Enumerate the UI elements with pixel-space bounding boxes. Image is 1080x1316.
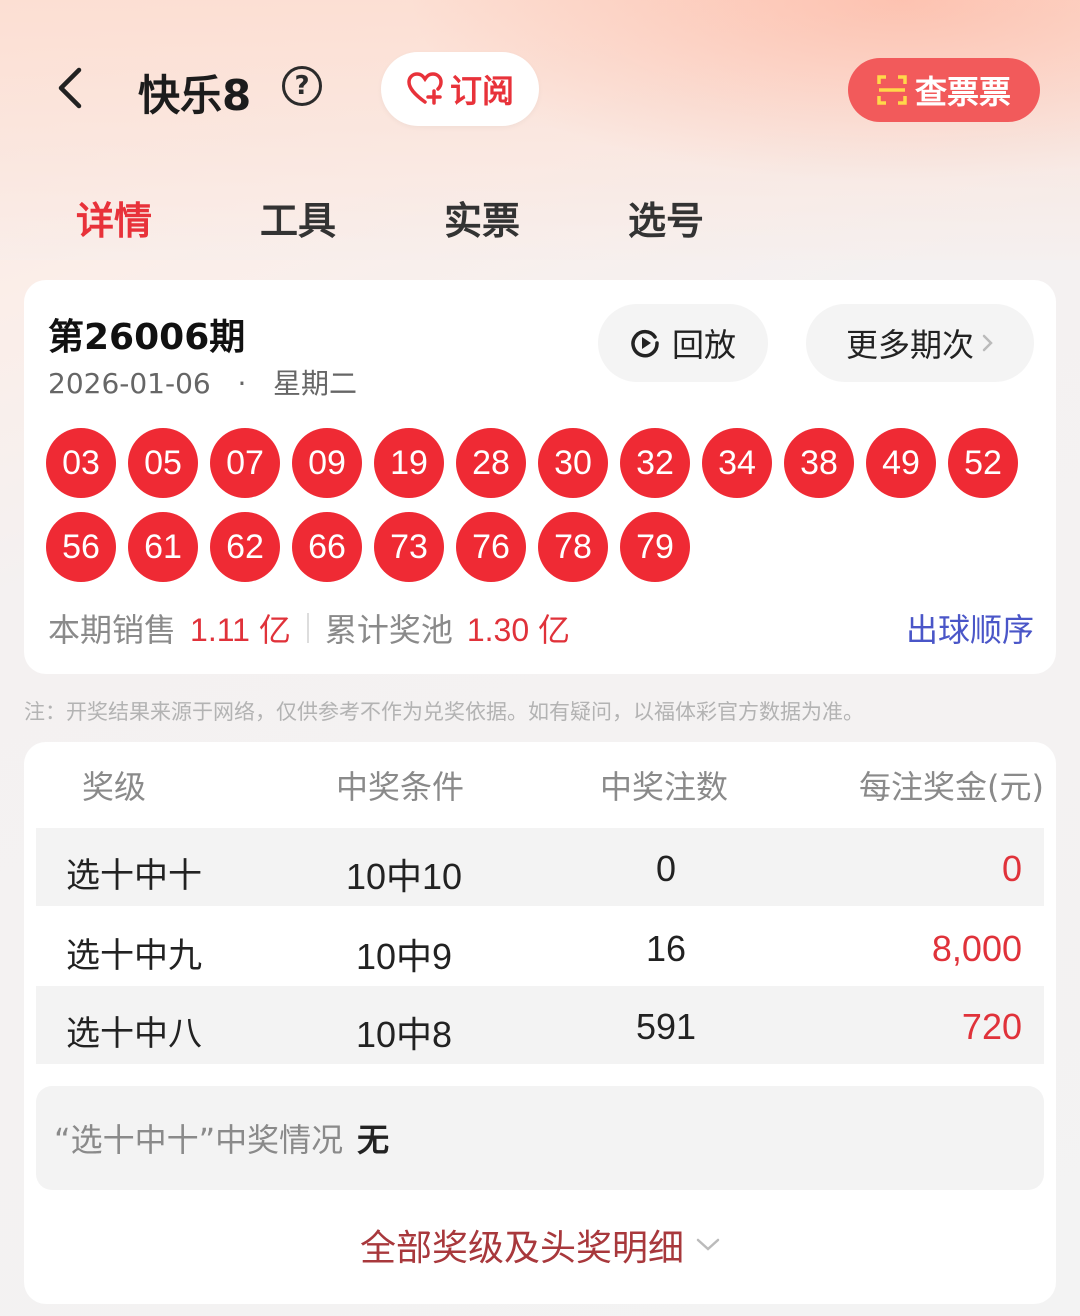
chevron-down-icon: [696, 1238, 720, 1251]
number-ball: 07: [210, 428, 280, 498]
number-ball: 28: [456, 428, 526, 498]
divider: [306, 613, 309, 643]
tab-pick-numbers[interactable]: 选号: [628, 190, 704, 245]
number-ball: 38: [784, 428, 854, 498]
number-ball: 19: [374, 428, 444, 498]
date-separator: ·: [237, 367, 247, 400]
subscribe-button[interactable]: 订阅: [381, 52, 539, 126]
all-levels-label: 全部奖级及头奖明细: [359, 1228, 684, 1269]
number-ball: 52: [948, 428, 1018, 498]
replay-icon: [631, 329, 659, 358]
pool-value: 1.30 亿: [466, 612, 571, 648]
scan-icon: [877, 75, 907, 105]
number-ball: 03: [46, 428, 116, 498]
header-prize: 每注奖金(元): [859, 768, 1044, 806]
header-count: 中奖注数: [600, 768, 729, 806]
all-levels-toggle[interactable]: 全部奖级及头奖明细: [24, 1220, 1056, 1270]
number-ball: 66: [292, 512, 362, 582]
draw-result-card: 第26006期 2026-01-06 · 星期二 回放 更多期次 03 05 07 0…: [24, 280, 1056, 674]
condition-cell: 10中9: [355, 936, 453, 977]
sales-label: 本期销售: [48, 611, 177, 649]
sales-row: 本期销售 1.11 亿 累计奖池 1.30 亿 出球顺序: [48, 606, 1034, 650]
summary-value: 无: [357, 1121, 390, 1159]
table-row: 选十中十 10中10 0 0: [36, 828, 1044, 906]
draw-date: 2026-01-06: [48, 367, 211, 400]
issue-number: 第26006期: [48, 317, 246, 358]
tab-details[interactable]: 详情: [76, 190, 152, 245]
help-icon[interactable]: ?: [282, 66, 322, 106]
number-ball: 34: [702, 428, 772, 498]
replay-button[interactable]: 回放: [598, 304, 768, 382]
number-ball: 76: [456, 512, 526, 582]
number-ball: 32: [620, 428, 690, 498]
jackpot-summary: “选十中十”中奖情况 无: [36, 1086, 1044, 1190]
subscribe-label: 订阅: [449, 72, 514, 110]
count-cell: 16: [645, 928, 687, 969]
number-ball: 49: [866, 428, 936, 498]
level-cell: 选十中九: [66, 936, 202, 976]
more-issues-label: 更多期次: [845, 326, 974, 364]
chevron-left-icon: [58, 67, 82, 109]
number-ball: 56: [46, 512, 116, 582]
number-ball: 05: [128, 428, 198, 498]
sales-value: 1.11 亿: [190, 612, 291, 648]
tab-bar: 详情 工具 实票 选号: [0, 190, 1080, 246]
chevron-right-icon: [982, 334, 993, 352]
condition-cell: 10中10: [345, 856, 463, 897]
table-row: 选十中九 10中9 16 8,000: [36, 908, 1044, 986]
number-ball: 62: [210, 512, 280, 582]
table-row: 选十中八 10中8 591 720: [36, 986, 1044, 1064]
number-ball: 79: [620, 512, 690, 582]
replay-label: 回放: [671, 326, 736, 364]
disclaimer-note: 注：开奖结果来源于网络，仅供参考不作为兑奖依据。如有疑问，以福体彩官方数据为准。: [24, 700, 864, 724]
level-cell: 选十中十: [66, 856, 202, 896]
count-cell: 591: [635, 1006, 697, 1047]
ball-order-link[interactable]: 出球顺序: [906, 605, 1034, 651]
tab-tools[interactable]: 工具: [260, 190, 336, 245]
header-level: 奖级: [82, 768, 147, 806]
number-ball: 09: [292, 428, 362, 498]
check-ticket-label: 查票票: [914, 73, 1011, 111]
pool-label: 累计奖池: [324, 611, 453, 649]
prize-table-card: 奖级 中奖条件 中奖注数 每注奖金(元) 选十中十 10中10 0 0 选十中九…: [24, 742, 1056, 1304]
prize-cell: 0: [1001, 848, 1022, 889]
draw-date-line: 2026-01-06 · 星期二: [48, 362, 357, 402]
page-title: 快乐8: [138, 71, 252, 120]
back-button[interactable]: [48, 66, 92, 110]
table-header: 奖级 中奖条件 中奖注数 每注奖金(元): [36, 762, 1044, 826]
summary-label: “选十中十”中奖情况: [54, 1121, 344, 1159]
header-condition: 中奖条件: [336, 768, 465, 806]
prize-cell: 720: [961, 1006, 1022, 1047]
prize-cell: 8,000: [931, 928, 1022, 969]
winning-numbers: 03 05 07 09 19 28 30 32 34 38 49 52 56 61 62 66 73 76 78 79: [46, 428, 1036, 582]
number-ball: 30: [538, 428, 608, 498]
more-issues-button[interactable]: 更多期次: [806, 304, 1034, 382]
number-ball: 73: [374, 512, 444, 582]
count-cell: 0: [655, 848, 677, 889]
number-ball: 78: [538, 512, 608, 582]
heart-plus-icon: [407, 72, 443, 105]
tab-real-tickets[interactable]: 实票: [444, 190, 520, 245]
check-ticket-button[interactable]: 查票票: [848, 58, 1040, 122]
condition-cell: 10中8: [355, 1014, 453, 1055]
number-ball: 61: [128, 512, 198, 582]
level-cell: 选十中八: [66, 1014, 202, 1054]
weekday: 星期二: [273, 367, 358, 400]
